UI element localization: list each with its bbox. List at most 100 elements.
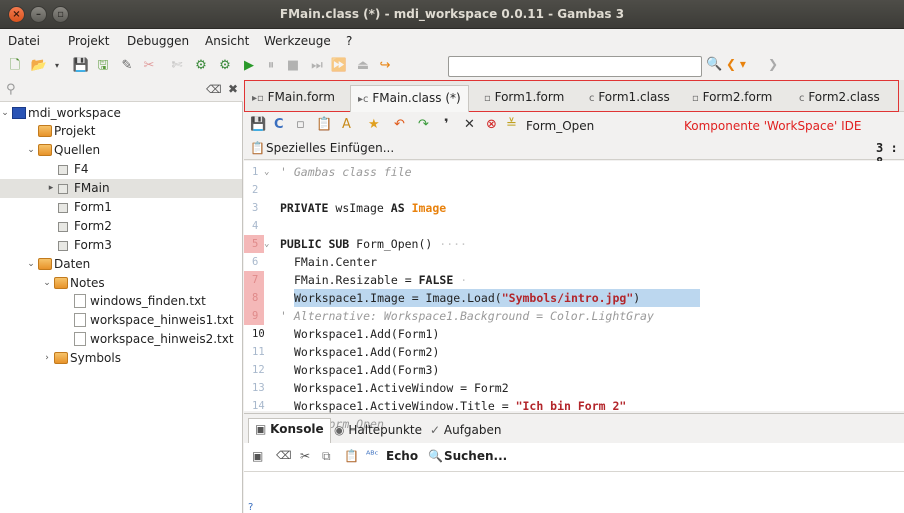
- compile-icon[interactable]: ⚙: [192, 57, 210, 75]
- title-bar: × – ▫ FMain.class (*) - mdi_workspace 0.…: [0, 0, 904, 29]
- step-icon[interactable]: ⏭: [308, 57, 326, 75]
- tab-form2-form[interactable]: ▫ Form2.form: [692, 86, 772, 108]
- toolbar-search-input[interactable]: [448, 56, 702, 77]
- file-icon: [74, 294, 86, 308]
- tree-item[interactable]: › Symbols: [0, 349, 242, 368]
- console-output[interactable]: ?: [244, 471, 904, 513]
- menu-werkzeuge[interactable]: Werkzeuge: [264, 34, 331, 48]
- folder-icon: [38, 144, 52, 156]
- project-search[interactable]: ⚲ ⌫ ✖: [0, 80, 243, 102]
- menu-help[interactable]: ?: [346, 34, 352, 48]
- clear-search-icon[interactable]: ⌫: [206, 83, 222, 96]
- clear-breakpoints-icon[interactable]: ⊗: [486, 117, 497, 133]
- save-as-icon[interactable]: 🖫: [94, 57, 112, 75]
- tree-item[interactable]: windows_finden.txt: [0, 292, 242, 311]
- tab-form1-class[interactable]: c Form1.class: [589, 86, 670, 108]
- tree-item-label: Daten: [54, 257, 91, 271]
- clear-console-icon[interactable]: ⌫: [276, 449, 292, 462]
- expand-arrow-icon[interactable]: ⌄: [42, 274, 52, 293]
- cut-icon[interactable]: ✄: [168, 57, 186, 75]
- run-icon[interactable]: ▶: [240, 57, 258, 75]
- console-prompt: ?: [248, 502, 254, 513]
- nav-back-button[interactable]: ❮ ▾: [726, 57, 746, 71]
- menu-debuggen[interactable]: Debuggen: [127, 34, 189, 48]
- search-icon: ⚲: [6, 82, 16, 97]
- tree-item[interactable]: F4: [0, 160, 242, 179]
- expand-arrow-icon[interactable]: ⌄: [26, 255, 36, 274]
- echo-toggle[interactable]: Echo: [386, 449, 418, 463]
- form-icon: [58, 241, 68, 251]
- code-line: 2: [252, 184, 259, 196]
- menu-ansicht[interactable]: Ansicht: [205, 34, 249, 48]
- tree-item-label: Quellen: [54, 143, 101, 157]
- tab-form1-form[interactable]: ▫ Form1.form: [484, 86, 564, 108]
- tree-item[interactable]: Form3: [0, 236, 242, 255]
- paste-icon[interactable]: 📋: [344, 449, 359, 463]
- step-forward-icon[interactable]: ⏩: [330, 57, 348, 75]
- expand-arrow-icon[interactable]: ›: [42, 349, 52, 368]
- paste-special-button[interactable]: Spezielles Einfügen...: [266, 141, 394, 155]
- comment-icon[interactable]: ❜: [444, 117, 449, 133]
- tree-item[interactable]: workspace_hinweis2.txt: [0, 330, 242, 349]
- pause-icon[interactable]: ⏸: [262, 57, 280, 75]
- tab-form2-class[interactable]: c Form2.class: [799, 86, 880, 108]
- tree-item[interactable]: ⌄ Quellen: [0, 141, 242, 160]
- stop-icon[interactable]: ■: [284, 57, 302, 75]
- code-editor[interactable]: 1 ⌄ ' Gambas class file 2 3 PRIVATE wsImage…: [244, 161, 904, 431]
- tree-item[interactable]: ⌄ mdi_workspace: [0, 104, 242, 123]
- open-dropdown-icon[interactable]: ▾: [48, 57, 66, 75]
- tree-item[interactable]: Projekt: [0, 122, 242, 141]
- nav-forward-button[interactable]: ❯: [768, 57, 778, 71]
- tree-item[interactable]: ▸ FMain: [0, 179, 242, 198]
- cut-icon[interactable]: ✂: [300, 449, 310, 463]
- code-line: 9 ' Alternative: Workspace1.Background = …: [244, 307, 904, 325]
- bottom-tab-bar: ▣ Konsole ◉ Haltepunkte ✓ Aufgaben: [244, 413, 904, 444]
- paste-icon[interactable]: 📋: [316, 117, 332, 133]
- redo-icon[interactable]: ↷: [418, 117, 429, 133]
- save-icon[interactable]: 💾: [72, 57, 90, 75]
- bookmark-icon[interactable]: ★: [368, 117, 380, 133]
- tab-aufgaben[interactable]: ✓ Aufgaben: [430, 420, 502, 442]
- procedure-icon[interactable]: ≚: [506, 117, 517, 133]
- tab-konsole[interactable]: ▣ Konsole: [248, 418, 331, 444]
- format-icon[interactable]: A: [342, 117, 351, 133]
- uncomment-icon[interactable]: ✕: [464, 117, 475, 133]
- expand-arrow-icon[interactable]: ⌄: [26, 141, 36, 160]
- expand-arrow-icon[interactable]: ⌄: [0, 104, 10, 123]
- tree-item-label: FMain: [74, 181, 110, 195]
- reload-icon[interactable]: C: [274, 117, 284, 133]
- tree-item[interactable]: ⌄ Daten: [0, 255, 242, 274]
- tree-item[interactable]: workspace_hinweis1.txt: [0, 311, 242, 330]
- form-icon[interactable]: ▫: [296, 117, 305, 133]
- code-line: 5 ⌄ PUBLIC SUB Form_Open() ····: [244, 235, 904, 253]
- code-line: 12 Workspace1.Add(Form3): [252, 363, 440, 377]
- console-search-button[interactable]: Suchen...: [444, 449, 507, 463]
- tree-item[interactable]: ⌄ Notes: [0, 274, 242, 293]
- search-icon[interactable]: 🔍: [706, 57, 722, 72]
- menu-projekt[interactable]: Projekt: [68, 34, 109, 48]
- menu-datei[interactable]: Datei: [8, 34, 40, 48]
- procedure-selector[interactable]: Form_Open: [526, 118, 594, 134]
- tab-fmain-form[interactable]: ▸▫ FMain.form: [252, 86, 335, 108]
- close-panel-icon[interactable]: ✖: [228, 82, 238, 96]
- tree-item[interactable]: Form2: [0, 217, 242, 236]
- tree-item[interactable]: Form1: [0, 198, 242, 217]
- console-toolbar: ▣ ⌫ ✂ ⧉ 📋 ᴬᴮᶜ Echo 🔍 Suchen...: [244, 443, 904, 471]
- file-icon: [74, 332, 86, 346]
- copy-icon[interactable]: ⧉: [322, 449, 331, 464]
- new-project-icon[interactable]: 🗋: [6, 57, 24, 75]
- compile-all-icon[interactable]: ⚙: [216, 57, 234, 75]
- paste-special-bar: 📋 Spezielles Einfügen... 3 : 8: [244, 137, 904, 169]
- tab-fmain-class[interactable]: ▸c FMain.class (*): [350, 85, 469, 112]
- code-line: 13 Workspace1.ActiveWindow = Form2: [252, 381, 509, 395]
- undo-icon[interactable]: ↶: [394, 117, 405, 133]
- expand-arrow-icon[interactable]: ▸: [46, 179, 56, 198]
- console-window-icon[interactable]: ▣: [252, 449, 263, 463]
- save-icon[interactable]: 💾: [250, 117, 266, 133]
- clean-icon[interactable]: ✂: [140, 57, 158, 75]
- step-out-icon[interactable]: ⏏: [354, 57, 372, 75]
- tab-haltepunkte[interactable]: ◉ Haltepunkte: [334, 420, 422, 442]
- open-project-icon[interactable]: 📂: [30, 57, 48, 75]
- return-icon[interactable]: ↪: [376, 57, 394, 75]
- properties-icon[interactable]: ✎: [118, 57, 136, 75]
